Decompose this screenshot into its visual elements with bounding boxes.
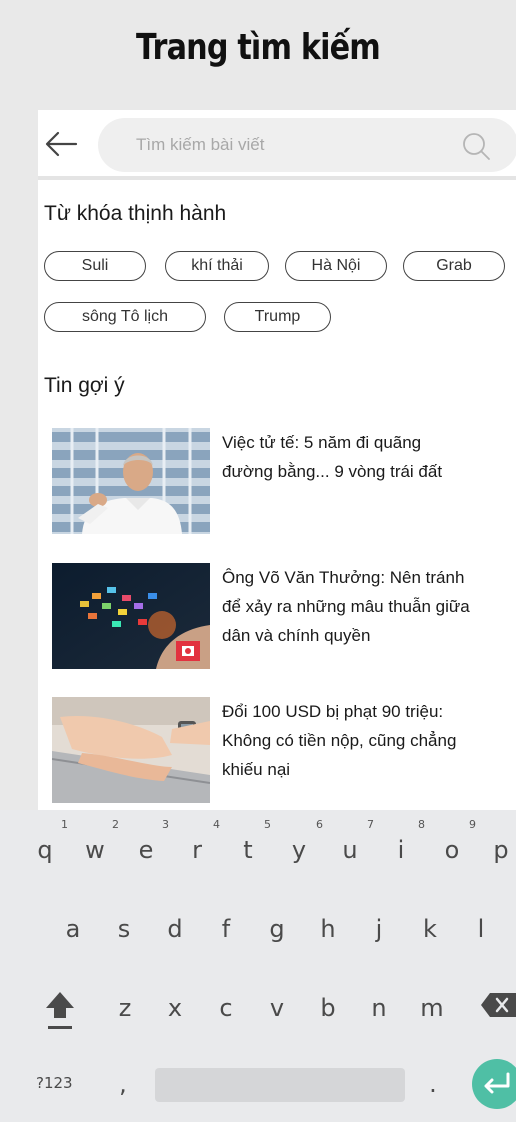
news-item[interactable]: Đổi 100 USD bị phạt 90 triệu: Không có t… xyxy=(38,697,516,807)
space-key[interactable] xyxy=(155,1068,405,1102)
news-title-line: đường bằng... 9 vòng trái đất xyxy=(222,462,443,481)
key-m[interactable]: m xyxy=(417,994,447,1022)
news-item[interactable]: Việc tử tế: 5 năm đi quãng đường bằng...… xyxy=(38,428,516,538)
news-title: Việc tử tế: 5 năm đi quãng đường bằng...… xyxy=(222,428,512,486)
news-title-line: Không có tiền nộp, cũng chẳng xyxy=(222,731,457,750)
suggested-title: Tin gợi ý xyxy=(44,374,125,397)
key-y[interactable]: y xyxy=(284,836,314,864)
news-title-line: Đổi 100 USD bị phạt 90 triệu: xyxy=(222,702,444,721)
news-thumbnail xyxy=(52,563,210,669)
key-w[interactable]: w xyxy=(80,836,110,864)
news-title-line: khiếu nại xyxy=(222,760,291,779)
news-title-line: Việc tử tế: 5 năm đi quãng xyxy=(222,433,422,452)
keyword-chip[interactable]: Suli xyxy=(44,251,146,281)
key-t[interactable]: t xyxy=(233,836,263,864)
key-e[interactable]: e xyxy=(131,836,161,864)
key-hint: 2 xyxy=(112,818,119,831)
keyword-chip[interactable]: Grab xyxy=(403,251,505,281)
key-hint: 3 xyxy=(162,818,169,831)
key-n[interactable]: n xyxy=(364,994,394,1022)
key-hint: 7 xyxy=(367,818,374,831)
search-header xyxy=(38,110,516,180)
key-l[interactable]: l xyxy=(466,915,496,943)
key-f[interactable]: f xyxy=(211,915,241,943)
key-q[interactable]: q xyxy=(30,836,60,864)
key-hint: 9 xyxy=(469,818,476,831)
key-hint: 8 xyxy=(418,818,425,831)
news-thumbnail xyxy=(52,428,210,534)
keyword-chip[interactable]: Hà Nội xyxy=(285,251,387,281)
key-k[interactable]: k xyxy=(415,915,445,943)
shift-arrow-icon[interactable] xyxy=(42,988,78,1034)
key-j[interactable]: j xyxy=(364,915,394,943)
trending-title: Từ khóa thịnh hành xyxy=(44,202,227,225)
key-p[interactable]: p xyxy=(486,836,516,864)
key-hint: 5 xyxy=(264,818,271,831)
news-title-line: dân và chính quyền xyxy=(222,626,371,645)
key-s[interactable]: s xyxy=(109,915,139,943)
page-title: Trang tìm kiếm xyxy=(136,27,381,68)
news-item[interactable]: Ông Võ Văn Thưởng: Nên tránh để xảy ra n… xyxy=(38,563,516,673)
news-title-line: Ông Võ Văn Thưởng: Nên tránh xyxy=(222,568,465,587)
period-key[interactable]: . xyxy=(418,1070,448,1098)
key-r[interactable]: r xyxy=(182,836,212,864)
key-g[interactable]: g xyxy=(262,915,292,943)
news-title: Đổi 100 USD bị phạt 90 triệu: Không có t… xyxy=(222,697,512,784)
key-z[interactable]: z xyxy=(110,994,140,1022)
key-c[interactable]: c xyxy=(211,994,241,1022)
key-hint: 6 xyxy=(316,818,323,831)
keyword-chip[interactable]: Trump xyxy=(224,302,331,332)
key-hint: 1 xyxy=(61,818,68,831)
key-x[interactable]: x xyxy=(160,994,190,1022)
search-input[interactable] xyxy=(136,132,436,158)
back-arrow-icon[interactable] xyxy=(44,130,78,158)
search-icon[interactable] xyxy=(460,130,492,162)
key-o[interactable]: o xyxy=(437,836,467,864)
key-v[interactable]: v xyxy=(262,994,292,1022)
key-h[interactable]: h xyxy=(313,915,343,943)
key-d[interactable]: d xyxy=(160,915,190,943)
news-title: Ông Võ Văn Thưởng: Nên tránh để xảy ra n… xyxy=(222,563,512,650)
comma-key[interactable]: , xyxy=(108,1070,138,1098)
enter-icon[interactable] xyxy=(470,1058,516,1110)
keyword-chip[interactable]: khí thải xyxy=(165,251,269,281)
key-i[interactable]: i xyxy=(386,836,416,864)
backspace-icon[interactable] xyxy=(480,990,516,1020)
keyword-chip[interactable]: sông Tô lịch xyxy=(44,302,206,332)
key-hint: 4 xyxy=(213,818,220,831)
symbols-key[interactable]: ?123 xyxy=(36,1074,73,1092)
key-a[interactable]: a xyxy=(58,915,88,943)
news-title-line: để xảy ra những mâu thuẫn giữa xyxy=(222,597,470,616)
news-thumbnail xyxy=(52,697,210,803)
key-b[interactable]: b xyxy=(313,994,343,1022)
key-u[interactable]: u xyxy=(335,836,365,864)
search-box[interactable] xyxy=(98,118,516,172)
